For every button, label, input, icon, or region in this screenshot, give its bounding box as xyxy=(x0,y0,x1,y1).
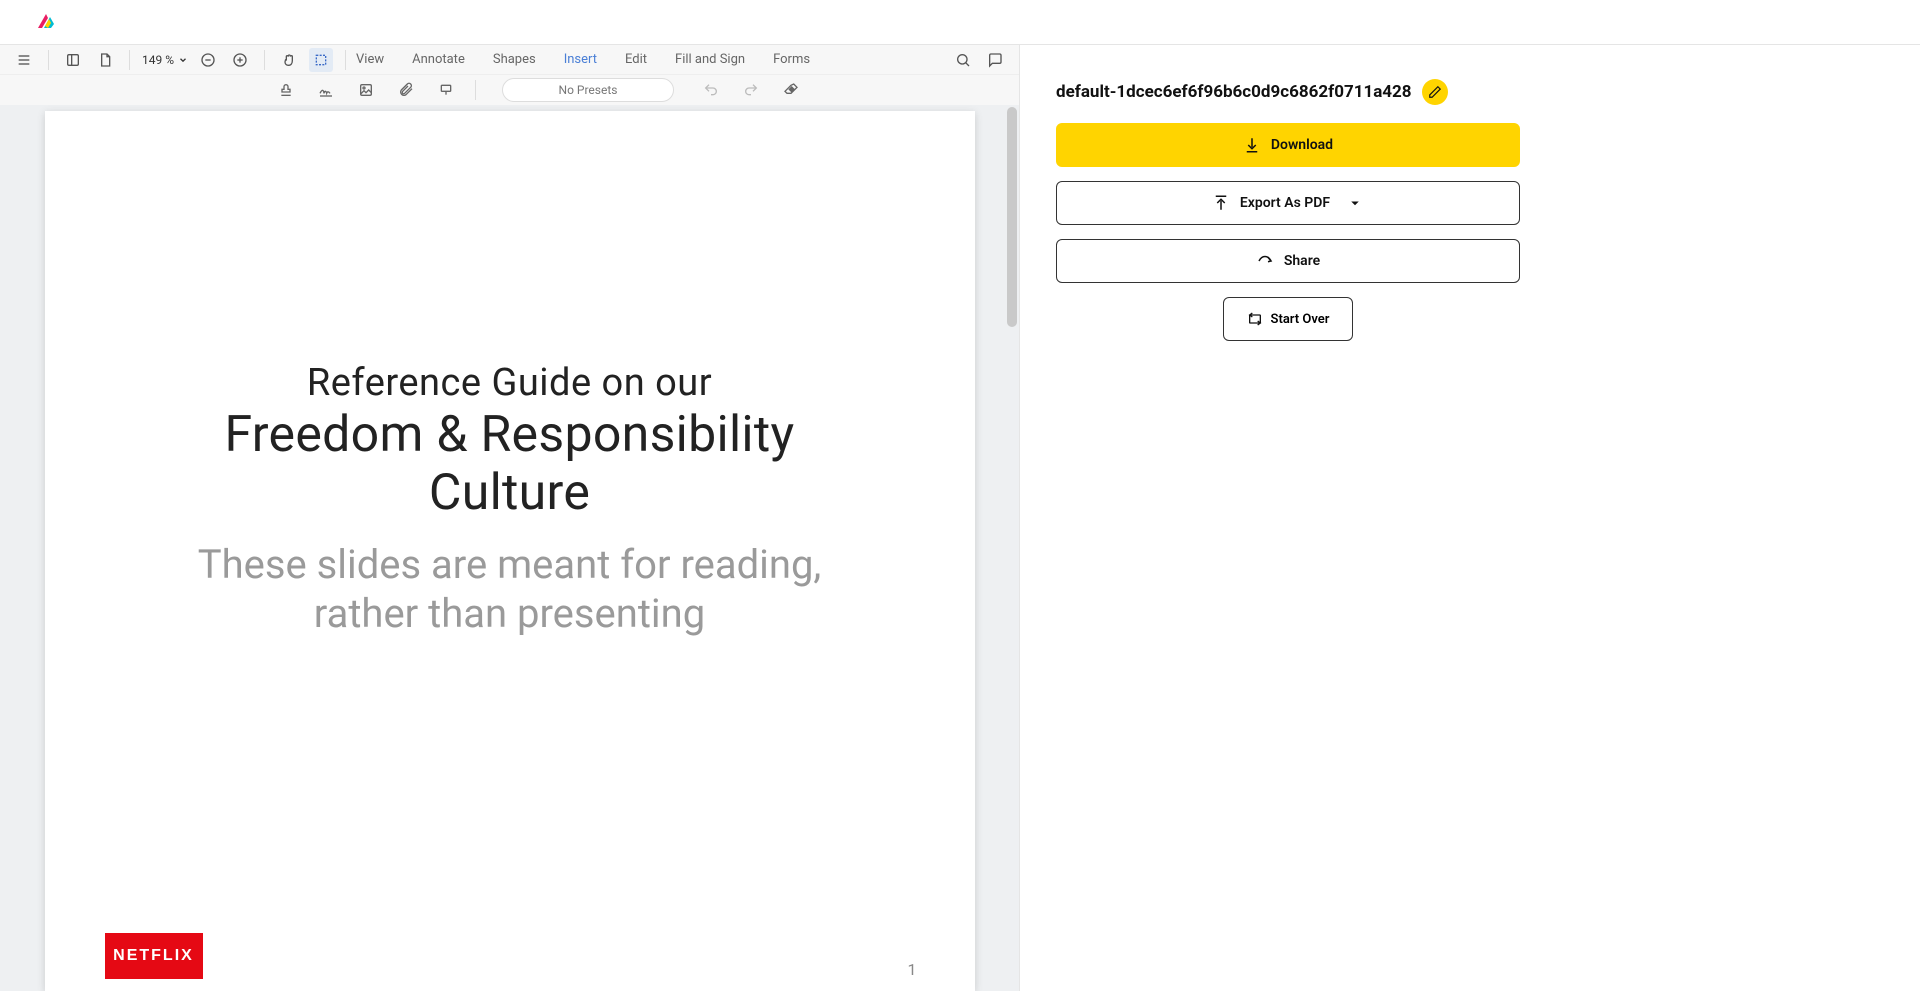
zoom-out-icon[interactable] xyxy=(196,48,220,72)
netflix-logo-text: NETFLIX xyxy=(113,947,194,965)
tab-insert[interactable]: Insert xyxy=(564,52,597,67)
undo-icon[interactable] xyxy=(700,79,722,101)
signature-icon[interactable] xyxy=(315,79,337,101)
editor-pane: 149 % View xyxy=(0,45,1020,991)
tab-annotate[interactable]: Annotate xyxy=(412,52,465,67)
search-icon[interactable] xyxy=(951,48,975,72)
zoom-level-selector[interactable]: 149 % xyxy=(142,53,188,67)
tab-view[interactable]: View xyxy=(356,52,384,67)
eraser-icon[interactable] xyxy=(780,79,802,101)
pencil-icon xyxy=(1428,85,1442,99)
share-button[interactable]: Share xyxy=(1056,239,1520,283)
app-logo-icon xyxy=(34,10,58,34)
stamp-icon[interactable] xyxy=(275,79,297,101)
toolbar-divider xyxy=(345,50,346,70)
toolbar-divider xyxy=(475,80,476,100)
zoom-level-text: 149 % xyxy=(142,53,174,67)
share-label: Share xyxy=(1284,253,1320,269)
hamburger-menu-icon[interactable] xyxy=(12,48,36,72)
start-over-button[interactable]: Start Over xyxy=(1223,297,1353,341)
restart-icon xyxy=(1247,311,1263,327)
toolbar-tabs: View Annotate Shapes Insert Edit Fill an… xyxy=(356,52,810,67)
image-insert-icon[interactable] xyxy=(355,79,377,101)
pan-hand-icon[interactable] xyxy=(277,48,301,72)
app-header xyxy=(0,0,1920,45)
redo-icon[interactable] xyxy=(740,79,762,101)
download-icon xyxy=(1243,136,1261,154)
document-viewport[interactable]: Reference Guide on our Freedom & Respons… xyxy=(0,105,1019,991)
presets-dropdown[interactable]: No Presets xyxy=(502,78,674,102)
sidebar-toggle-icon[interactable] xyxy=(61,48,85,72)
tab-forms[interactable]: Forms xyxy=(773,52,810,67)
upload-icon xyxy=(1212,194,1230,212)
attachment-icon[interactable] xyxy=(395,79,417,101)
slide-sub-line2: rather than presenting xyxy=(314,590,705,637)
share-arrow-icon xyxy=(1256,252,1274,270)
edit-filename-button[interactable] xyxy=(1422,79,1448,105)
file-name-row: default-1dcec6ef6f96b6c0d9c6862f0711a428 xyxy=(1056,79,1884,105)
download-label: Download xyxy=(1271,137,1333,153)
chevron-down-icon xyxy=(1346,194,1364,212)
start-over-label: Start Over xyxy=(1271,312,1330,327)
slide-subtitle: These slides are meant for reading, rath… xyxy=(45,541,975,639)
callout-tool-icon[interactable] xyxy=(435,79,457,101)
presets-placeholder: No Presets xyxy=(559,83,618,97)
export-label: Export As PDF xyxy=(1240,195,1330,211)
page-number: 1 xyxy=(908,960,917,979)
slide-title-line1: Freedom & Responsibility xyxy=(224,406,794,464)
file-name-text: default-1dcec6ef6f96b6c0d9c6862f0711a428 xyxy=(1056,82,1412,102)
comments-icon[interactable] xyxy=(983,48,1007,72)
export-button[interactable]: Export As PDF xyxy=(1056,181,1520,225)
netflix-logo-badge: NETFLIX xyxy=(105,933,203,979)
selection-marquee-icon[interactable] xyxy=(309,48,333,72)
insert-toolbar: No Presets xyxy=(0,75,1019,105)
slide-sub-line1: These slides are meant for reading, xyxy=(198,541,822,588)
zoom-in-icon[interactable] xyxy=(228,48,252,72)
tab-shapes[interactable]: Shapes xyxy=(493,52,536,67)
action-sidebar: default-1dcec6ef6f96b6c0d9c6862f0711a428… xyxy=(1020,45,1920,991)
tab-edit[interactable]: Edit xyxy=(625,52,647,67)
download-button[interactable]: Download xyxy=(1056,123,1520,167)
document-page[interactable]: Reference Guide on our Freedom & Respons… xyxy=(45,111,975,991)
slide-title-line2: Culture xyxy=(429,464,590,522)
page-outline-icon[interactable] xyxy=(93,48,117,72)
slide-overline: Reference Guide on our xyxy=(45,361,975,405)
slide-title: Freedom & Responsibility Culture xyxy=(45,407,975,522)
tab-fill-and-sign[interactable]: Fill and Sign xyxy=(675,52,745,67)
primary-toolbar: 149 % View xyxy=(0,45,1019,75)
